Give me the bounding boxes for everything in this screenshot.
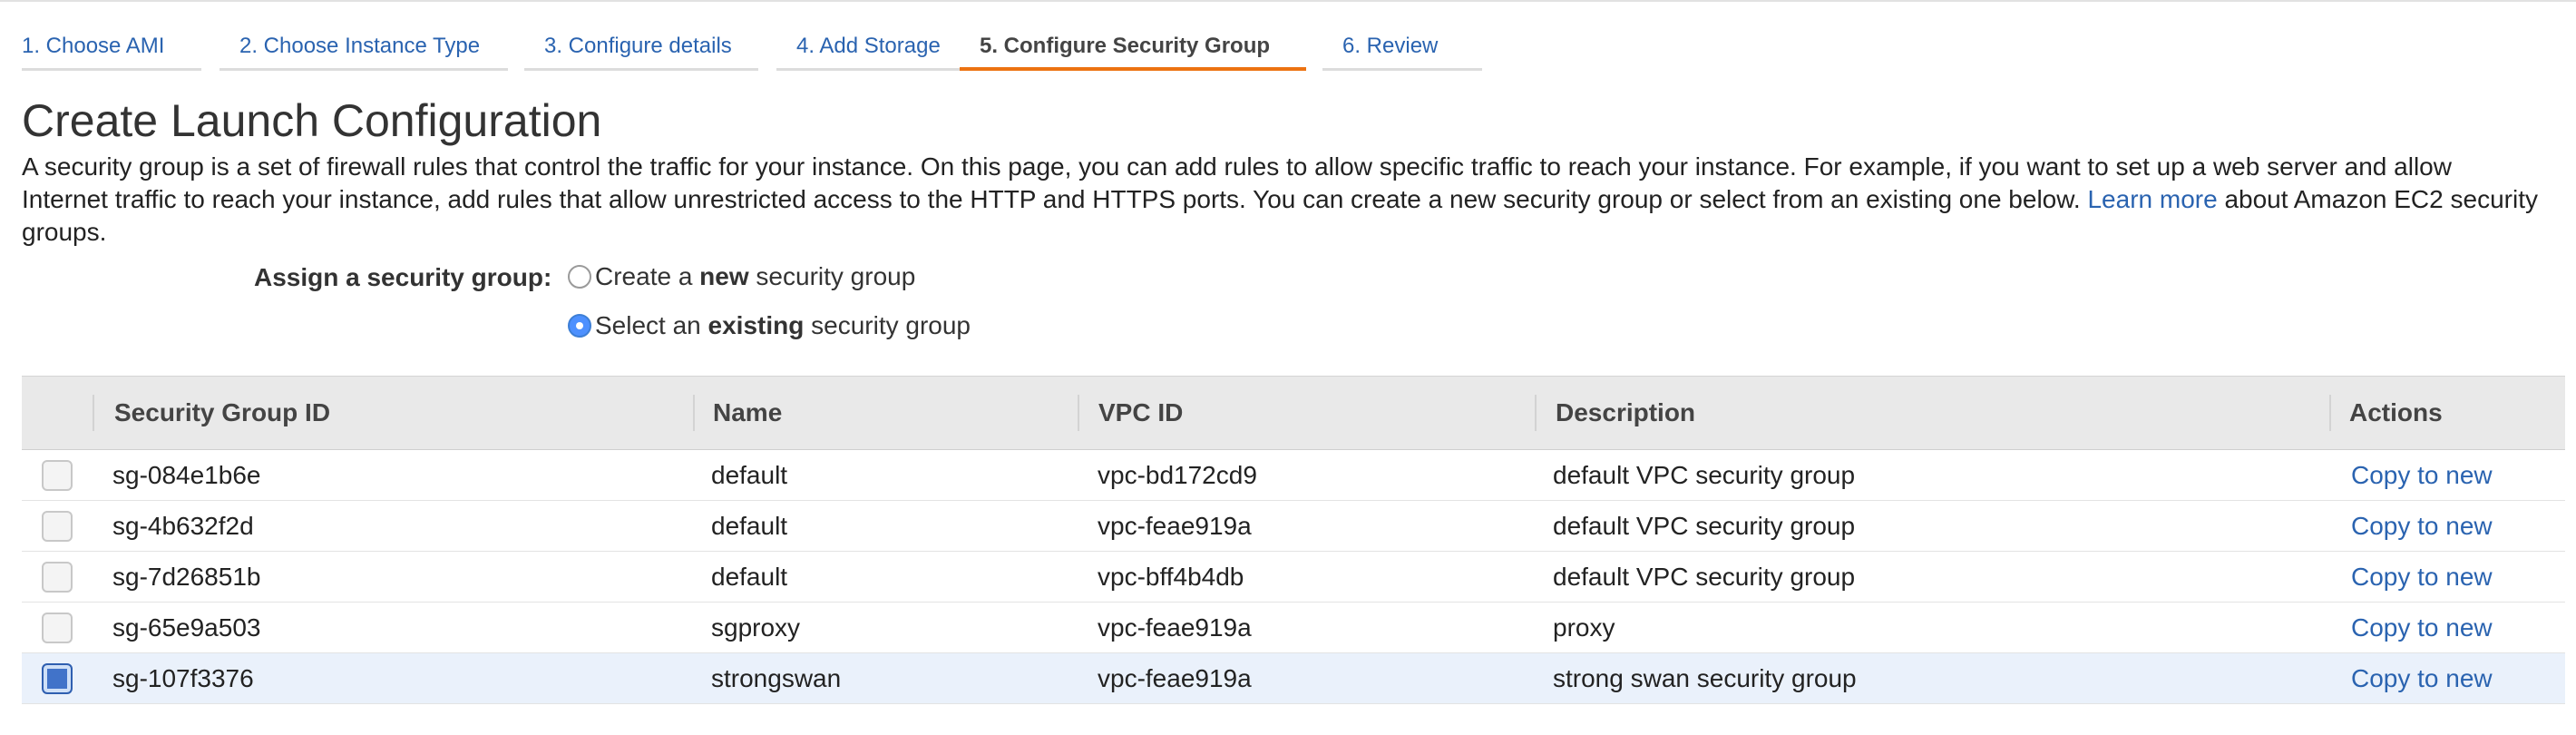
column-header-security-group-id[interactable]: Security Group ID [114, 377, 330, 449]
cell-name: default [711, 461, 788, 489]
cell-name: default [711, 512, 788, 540]
select-existing-label: Select an existing security group [595, 311, 971, 340]
select-existing-group-option[interactable]: Select an existing security group [568, 309, 971, 343]
column-divider [2329, 395, 2331, 431]
copy-to-new-link[interactable]: Copy to new [2351, 552, 2493, 602]
cell-description: proxy [1553, 613, 1615, 642]
tab-configure-security-group[interactable]: 5. Configure Security Group [960, 31, 1306, 71]
create-new-group-option[interactable]: Create a new security group [568, 260, 915, 294]
column-divider [1078, 395, 1079, 431]
cell-security-group-id: sg-7d26851b [112, 563, 261, 591]
cell-vpc-id: vpc-bd172cd9 [1098, 461, 1257, 489]
table-row[interactable]: sg-65e9a503 sgproxy vpc-feae919a proxy C… [22, 603, 2565, 653]
learn-more-link[interactable]: Learn more [2087, 185, 2217, 213]
cell-description: default VPC security group [1553, 512, 1856, 540]
cell-name: sgproxy [711, 613, 801, 642]
column-divider [93, 395, 94, 431]
table-row[interactable]: sg-7d26851b default vpc-bff4b4db default… [22, 552, 2565, 603]
row-checkbox[interactable] [42, 612, 73, 643]
row-checkbox[interactable] [42, 663, 73, 694]
cell-vpc-id: vpc-bff4b4db [1098, 563, 1244, 591]
tab-add-storage[interactable]: 4. Add Storage [776, 31, 978, 71]
tab-configure-details[interactable]: 3. Configure details [524, 31, 758, 71]
top-border [0, 0, 2576, 2]
cell-vpc-id: vpc-feae919a [1098, 613, 1252, 642]
cell-name: default [711, 563, 788, 591]
table-row[interactable]: sg-084e1b6e default vpc-bd172cd9 default… [22, 450, 2565, 501]
table-body: sg-084e1b6e default vpc-bd172cd9 default… [22, 450, 2565, 704]
column-header-actions: Actions [2349, 398, 2443, 426]
column-header-description[interactable]: Description [1556, 377, 1695, 449]
option-text: security group [748, 262, 916, 290]
row-checkbox[interactable] [42, 562, 73, 593]
cell-vpc-id: vpc-feae919a [1098, 512, 1252, 540]
column-header-vpc-id[interactable]: VPC ID [1098, 377, 1183, 449]
select-existing-radio[interactable] [568, 314, 591, 338]
cell-security-group-id: sg-65e9a503 [112, 613, 261, 642]
copy-to-new-link[interactable]: Copy to new [2351, 653, 2493, 703]
cell-security-group-id: sg-084e1b6e [112, 461, 261, 489]
column-header-name[interactable]: Name [713, 377, 782, 449]
create-new-label: Create a new security group [595, 262, 915, 291]
cell-name: strongswan [711, 664, 842, 692]
create-new-radio[interactable] [568, 265, 591, 289]
cell-description: strong swan security group [1553, 664, 1857, 692]
option-text: Create a [595, 262, 700, 290]
option-text: security group [804, 311, 971, 339]
table-row[interactable]: sg-107f3376 strongswan vpc-feae919a stro… [22, 653, 2565, 704]
option-bold: existing [707, 311, 805, 339]
copy-to-new-link[interactable]: Copy to new [2351, 501, 2493, 551]
tab-choose-ami[interactable]: 1. Choose AMI [22, 31, 201, 71]
tab-choose-instance-type[interactable]: 2. Choose Instance Type [220, 31, 508, 71]
column-divider [693, 395, 695, 431]
row-checkbox[interactable] [42, 511, 73, 542]
row-checkbox[interactable] [42, 460, 73, 491]
table-header: Security Group ID Name VPC ID Descriptio… [22, 376, 2565, 450]
tab-review[interactable]: 6. Review [1322, 31, 1482, 71]
cell-security-group-id: sg-4b632f2d [112, 512, 254, 540]
copy-to-new-link[interactable]: Copy to new [2351, 603, 2493, 652]
table-row[interactable]: sg-4b632f2d default vpc-feae919a default… [22, 501, 2565, 552]
page-description: A security group is a set of firewall ru… [22, 151, 2543, 249]
cell-vpc-id: vpc-feae919a [1098, 664, 1252, 692]
option-bold: new [699, 262, 749, 290]
page-title: Create Launch Configuration [22, 95, 602, 146]
option-text: Select an [595, 311, 708, 339]
column-divider [1535, 395, 1537, 431]
cell-description: default VPC security group [1553, 563, 1856, 591]
cell-security-group-id: sg-107f3376 [112, 664, 254, 692]
assign-security-group-label: Assign a security group: [254, 263, 552, 291]
security-groups-table: Security Group ID Name VPC ID Descriptio… [22, 376, 2565, 704]
copy-to-new-link[interactable]: Copy to new [2351, 450, 2493, 500]
cell-description: default VPC security group [1553, 461, 1856, 489]
